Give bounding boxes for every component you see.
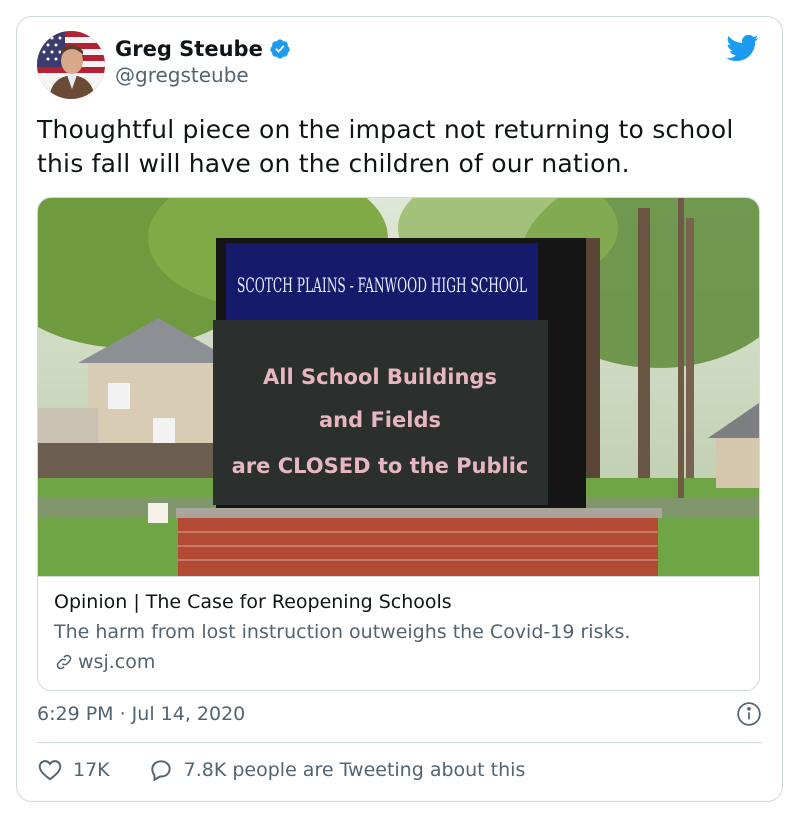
speech-bubble-icon <box>150 760 171 782</box>
avatar[interactable] <box>37 31 105 99</box>
link-preview-card[interactable]: SCOTCH PLAINS - FANWOOD HIGH SCHOOL All … <box>37 197 760 691</box>
divider <box>37 742 762 743</box>
link-description: The harm from lost instruction outweighs… <box>54 621 631 643</box>
tweet-card: Greg Steube @gregsteube Thoughtful piece… <box>16 16 783 802</box>
sign-line-3: are CLOSED to the Public <box>232 454 529 478</box>
author-name[interactable]: Greg Steube <box>115 37 263 61</box>
link-title[interactable]: Opinion | The Case for Reopening Schools <box>54 591 452 613</box>
action-bar: 17K 7.8K people are Tweeting about this <box>37 757 563 783</box>
tweet-text: Thoughtful piece on the impact not retur… <box>37 115 734 178</box>
sign-line-2: and Fields <box>319 408 441 432</box>
info-icon[interactable] <box>736 701 762 727</box>
tweeting-about-text: 7.8K people are Tweeting about this <box>183 759 526 781</box>
sign-header-text: SCOTCH PLAINS - FANWOOD HIGH SCHOOL <box>237 273 527 297</box>
sign-line-1: All School Buildings <box>263 365 497 389</box>
link-domain[interactable]: wsj.com <box>54 651 155 673</box>
twitter-bird-icon[interactable] <box>722 31 762 65</box>
tweet-header: Greg Steube @gregsteube <box>37 31 762 99</box>
author-handle[interactable]: @gregsteube <box>115 63 291 87</box>
link-icon <box>54 652 74 672</box>
link-domain-text[interactable]: wsj.com <box>78 651 155 673</box>
verified-badge-icon <box>269 38 291 60</box>
tweet-timestamp[interactable]: 6:29 PM · Jul 14, 2020 <box>37 703 245 725</box>
like-action[interactable]: 17K <box>37 757 110 783</box>
reply-action[interactable]: 7.8K people are Tweeting about this <box>148 757 526 783</box>
article-photo[interactable]: SCOTCH PLAINS - FANWOOD HIGH SCHOOL All … <box>38 198 759 576</box>
heart-icon <box>38 760 62 781</box>
link-meta[interactable]: Opinion | The Case for Reopening Schools… <box>38 576 759 690</box>
author-block: Greg Steube @gregsteube <box>115 37 291 87</box>
like-count: 17K <box>73 759 110 781</box>
